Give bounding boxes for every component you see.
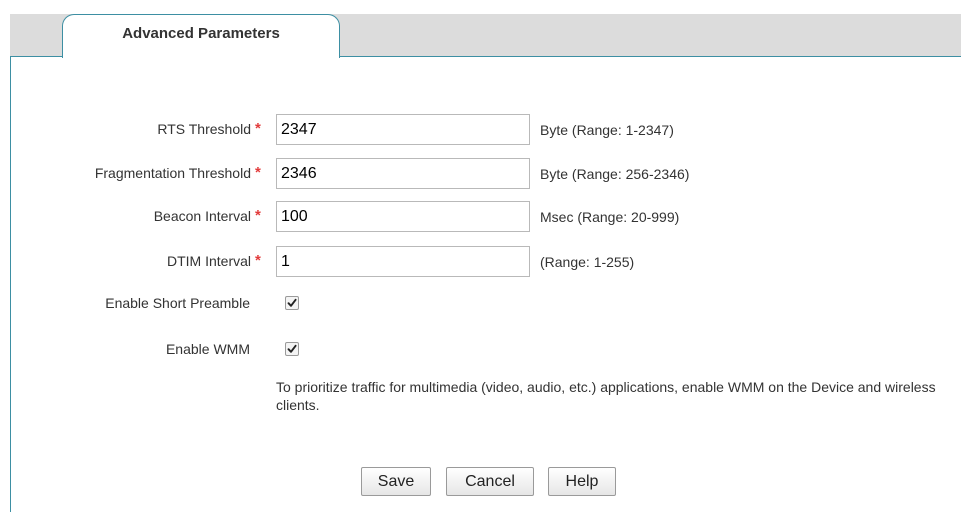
dtim-interval-input[interactable] — [276, 246, 530, 277]
beacon-interval-hint: Msec (Range: 20-999) — [540, 209, 680, 225]
rts-threshold-row: RTS Threshold * Byte (Range: 1-2347) — [0, 114, 961, 146]
rts-threshold-input[interactable] — [276, 114, 530, 145]
beacon-interval-row: Beacon Interval * Msec (Range: 20-999) — [0, 201, 961, 233]
wmm-label: Enable WMM — [165, 341, 250, 357]
fragmentation-threshold-label: Fragmentation Threshold — [94, 165, 251, 181]
rts-threshold-label: RTS Threshold — [157, 121, 251, 137]
required-marker: * — [255, 252, 261, 269]
dtim-interval-label: DTIM Interval — [166, 253, 251, 269]
wmm-row: Enable WMM — [0, 334, 961, 366]
short-preamble-checkbox[interactable] — [285, 296, 299, 310]
help-button[interactable]: Help — [548, 467, 616, 496]
checkmark-icon — [287, 344, 297, 353]
dtim-interval-row: DTIM Interval * (Range: 1-255) — [0, 246, 961, 278]
required-marker: * — [255, 207, 261, 224]
required-marker: * — [255, 120, 261, 137]
wmm-description: To prioritize traffic for multimedia (vi… — [276, 379, 936, 413]
dtim-interval-hint: (Range: 1-255) — [540, 254, 635, 270]
save-button[interactable]: Save — [361, 467, 431, 496]
fragmentation-threshold-row: Fragmentation Threshold * Byte (Range: 2… — [0, 158, 961, 190]
rts-threshold-hint: Byte (Range: 1-2347) — [540, 122, 674, 138]
short-preamble-row: Enable Short Preamble — [0, 288, 961, 320]
checkmark-icon — [287, 298, 297, 307]
cancel-button[interactable]: Cancel — [446, 467, 534, 496]
fragmentation-threshold-input[interactable] — [276, 158, 530, 189]
tab-label: Advanced Parameters — [122, 25, 280, 42]
beacon-interval-label: Beacon Interval — [153, 208, 251, 224]
beacon-interval-input[interactable] — [276, 201, 530, 232]
wmm-checkbox[interactable] — [285, 342, 299, 356]
fragmentation-threshold-hint: Byte (Range: 256-2346) — [540, 166, 690, 182]
required-marker: * — [255, 164, 261, 181]
tab-advanced-parameters[interactable]: Advanced Parameters — [62, 14, 340, 58]
tab-joint — [63, 56, 339, 58]
short-preamble-label: Enable Short Preamble — [105, 295, 250, 311]
